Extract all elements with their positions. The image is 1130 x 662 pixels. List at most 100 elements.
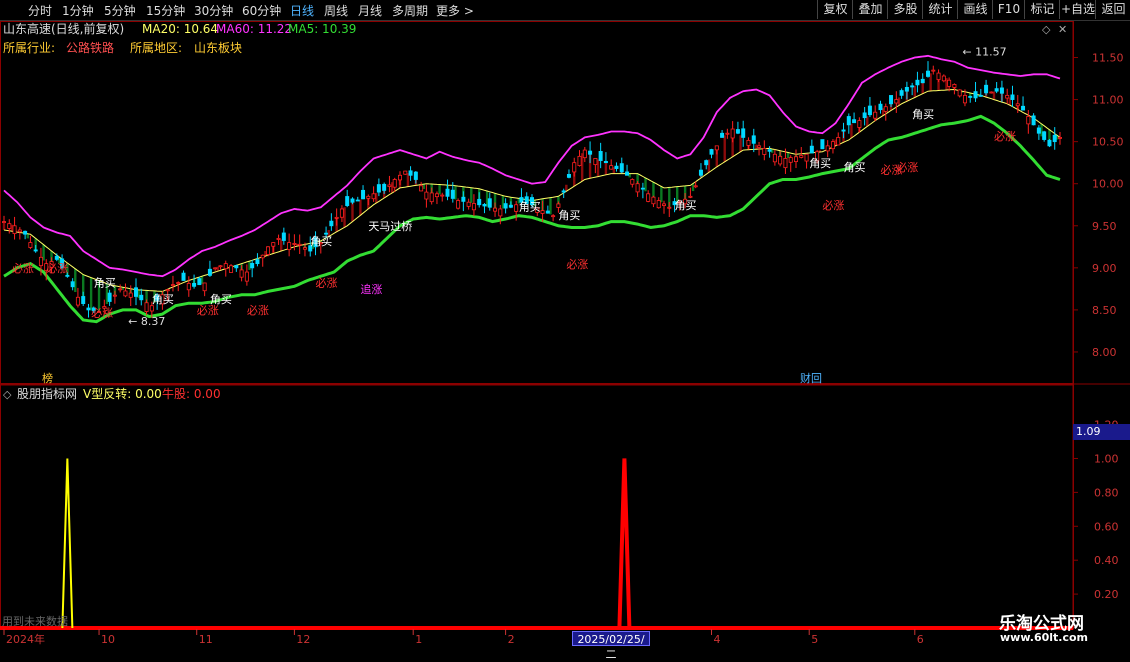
annotation-0: 必涨 <box>12 262 34 275</box>
candle-body-82 <box>218 265 223 268</box>
candle-body-238 <box>630 179 635 185</box>
candle-body-244 <box>646 193 651 202</box>
date-tick-label-5: 2 <box>508 633 515 646</box>
candle-body-164 <box>434 193 439 198</box>
date-tick-label-3: 12 <box>296 633 310 646</box>
toolbar-button-0[interactable]: 复权 <box>817 0 853 19</box>
region-value[interactable]: 山东板块 <box>194 41 242 55</box>
candle-body-218 <box>577 155 582 166</box>
period-tab-1[interactable]: 1分钟 <box>62 2 94 19</box>
annotation-13: 角买 <box>558 209 580 222</box>
price-tick-label-2: 9.00 <box>1092 262 1117 275</box>
candle-body-96 <box>255 259 260 265</box>
sub-tick-label-2: 0.60 <box>1094 520 1119 533</box>
candle-body-148 <box>392 179 397 188</box>
period-tab-0[interactable]: 分时 <box>28 2 52 19</box>
toolbar-button-3[interactable]: 统计 <box>922 0 958 19</box>
candle-body-228 <box>603 160 608 164</box>
watermark-url: www.60lt.com <box>1000 631 1089 644</box>
toolbar-button-2[interactable]: 多股 <box>887 0 923 19</box>
candle-body-362 <box>957 89 962 97</box>
candle-body-392 <box>1036 127 1041 134</box>
candle-body-260 <box>688 195 693 198</box>
period-tab-4[interactable]: 30分钟 <box>194 2 233 19</box>
candle-body-184 <box>487 198 492 208</box>
candle-body-340 <box>899 90 904 96</box>
sub-indicator-lines <box>0 458 1073 630</box>
candle-body-140 <box>371 193 376 200</box>
candle-body-394 <box>1042 131 1047 140</box>
toolbar-button-8[interactable]: 返回 <box>1095 0 1130 19</box>
candle-body-282 <box>746 139 751 146</box>
candle-body-26 <box>70 281 75 288</box>
period-tab-3[interactable]: 15分钟 <box>146 2 185 19</box>
candle-body-212 <box>561 190 566 193</box>
period-tab-9[interactable]: 多周期 <box>392 2 428 19</box>
candle-body-224 <box>593 158 598 166</box>
candle-body-270 <box>714 145 719 151</box>
candle-body-102 <box>271 242 276 247</box>
candle-body-68 <box>181 272 186 281</box>
industry-value[interactable]: 公路铁路 <box>66 40 114 55</box>
marker-caibao[interactable]: 财回 <box>800 371 822 385</box>
candle-body-172 <box>456 200 461 209</box>
toolbar-button-7[interactable]: +自选 <box>1059 0 1096 19</box>
annotation-14: 必涨 <box>566 258 588 271</box>
period-tab-8[interactable]: 月线 <box>358 2 382 19</box>
candle-body-160 <box>424 191 429 200</box>
candle-body-388 <box>1026 116 1031 125</box>
candle-body-398 <box>1052 134 1057 143</box>
candle-body-290 <box>767 149 772 152</box>
candle-body-180 <box>477 198 482 206</box>
annotation-16: 角买 <box>809 157 831 170</box>
candle-body-56 <box>149 305 154 312</box>
candle-body-226 <box>598 151 603 161</box>
candle-body-284 <box>751 135 756 144</box>
candle-body-272 <box>720 132 725 138</box>
candle-body-344 <box>910 85 915 88</box>
candle-body-98 <box>260 254 265 259</box>
period-tab-5[interactable]: 60分钟 <box>242 2 281 19</box>
diamond-icon[interactable]: ◇ <box>1042 23 1051 36</box>
annotation-7: 必涨 <box>247 304 269 317</box>
close-icon[interactable]: ✕ <box>1058 23 1067 36</box>
candles <box>2 61 1063 318</box>
period-tab-7[interactable]: 周线 <box>324 2 348 19</box>
candle-body-190 <box>503 203 508 209</box>
candle-body-306 <box>809 145 814 154</box>
price-tick-label-5: 10.50 <box>1092 136 1124 149</box>
marker-bang[interactable]: 榜 <box>42 371 53 385</box>
candle-body-348 <box>920 78 925 84</box>
candle-body-54 <box>144 302 149 312</box>
candle-body-32 <box>86 307 91 311</box>
toolbar-button-1[interactable]: 叠加 <box>852 0 888 19</box>
candle-body-112 <box>297 243 302 246</box>
candle-body-24 <box>65 274 70 277</box>
toolbar-button-4[interactable]: 画线 <box>957 0 993 19</box>
toolbar-button-6[interactable]: 标记 <box>1024 0 1060 19</box>
candle-body-76 <box>202 282 207 292</box>
date-cursor-label: 2025/02/25/二 <box>572 631 650 661</box>
candle-body-298 <box>788 157 793 163</box>
period-tab-6[interactable]: 日线 <box>290 2 314 19</box>
candle-body-162 <box>429 192 434 203</box>
candle-body-300 <box>794 156 799 162</box>
candle-body-396 <box>1047 139 1052 147</box>
candle-body-274 <box>725 132 730 135</box>
toolbar-button-5[interactable]: F10 <box>992 0 1025 19</box>
period-tab-10[interactable]: 更多 > <box>436 2 474 19</box>
candle-body-280 <box>741 128 746 138</box>
period-tab-2[interactable]: 5分钟 <box>104 2 136 19</box>
candle-body-390 <box>1031 115 1036 126</box>
candle-body-186 <box>493 207 498 212</box>
candle-body-302 <box>799 155 804 158</box>
annotation-11: 天马过桥 <box>368 220 412 233</box>
sub-panel-icon[interactable]: ◇ <box>3 388 12 401</box>
chart-canvas[interactable]: 山东高速(日线,前复权) MA20: 10.64 MA60: 11.22 MA5… <box>0 21 1130 650</box>
candle-body-194 <box>514 204 519 212</box>
candle-body-370 <box>978 94 983 97</box>
sub-tick-label-3: 0.80 <box>1094 486 1119 499</box>
candle-body-358 <box>947 79 952 87</box>
date-tick-label-8: 6 <box>917 633 924 646</box>
candle-body-192 <box>508 204 513 208</box>
